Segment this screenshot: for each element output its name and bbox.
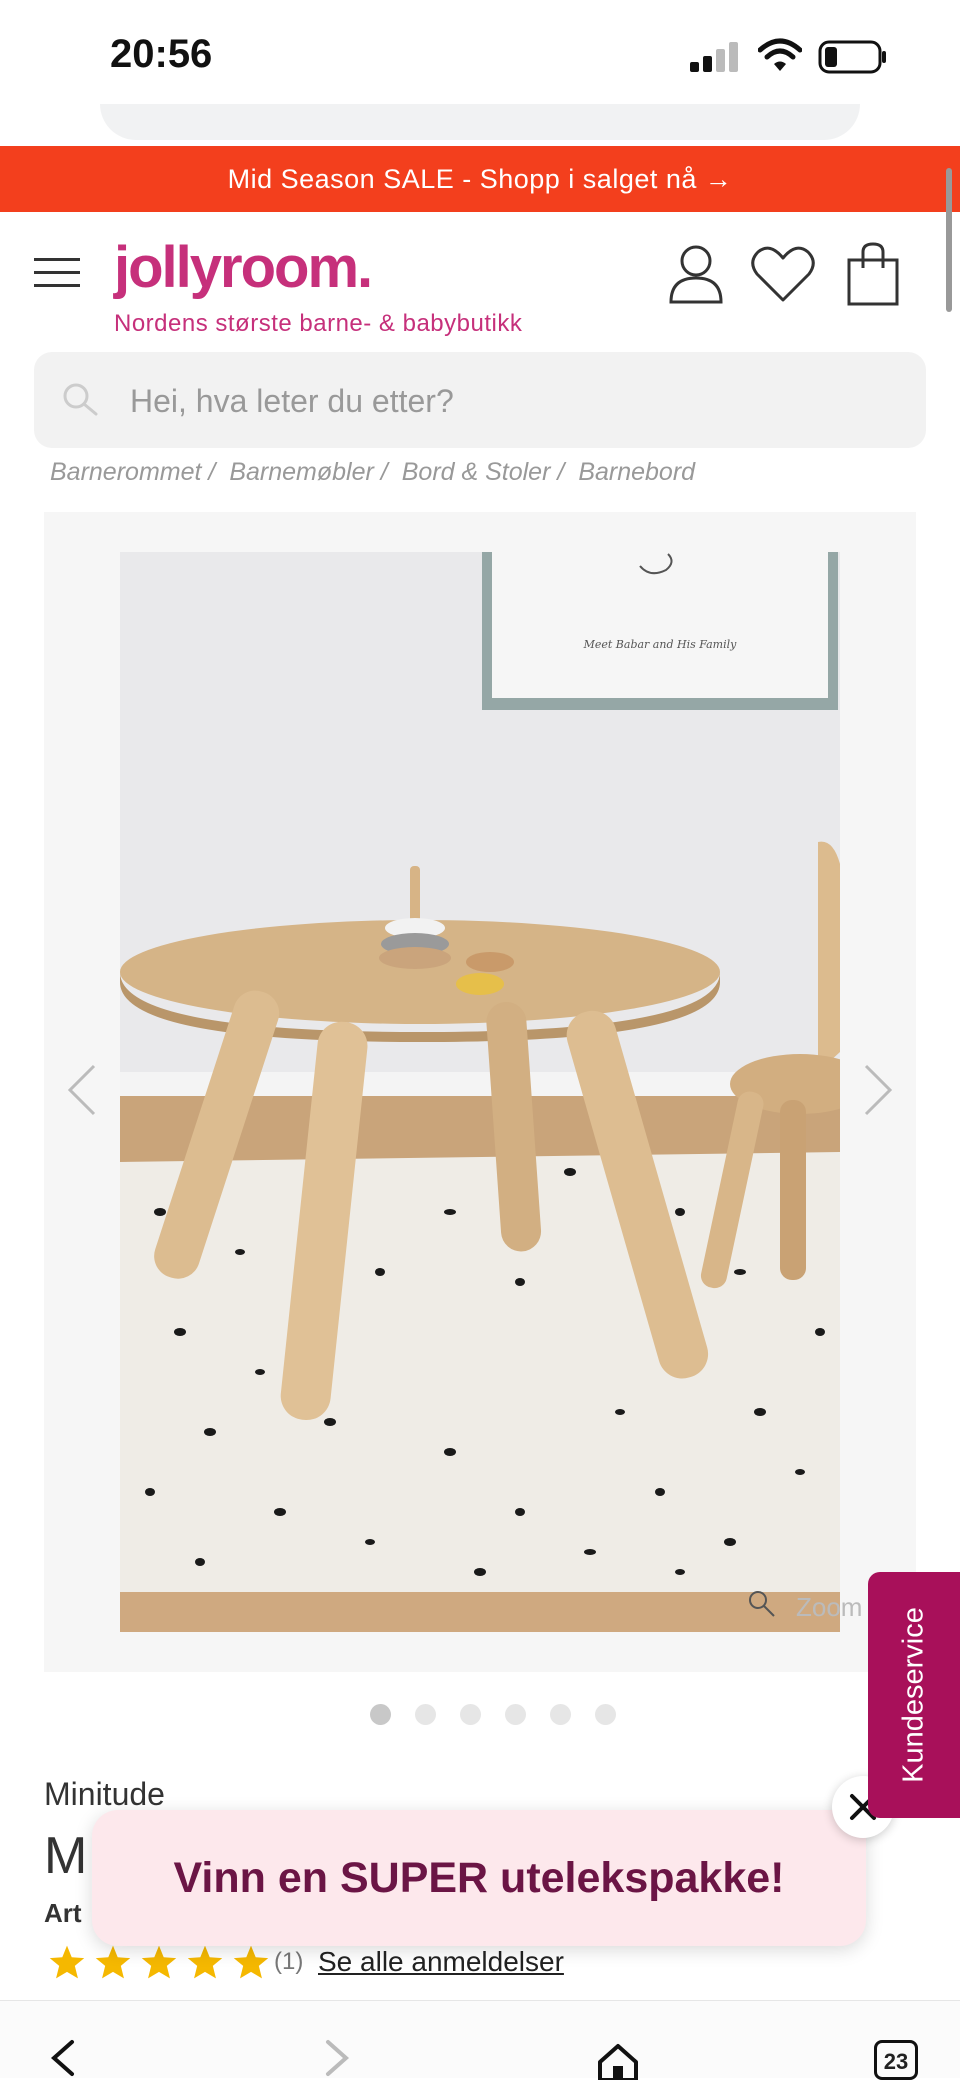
gallery-dot[interactable] [505, 1704, 526, 1725]
star-icon [141, 1945, 177, 1979]
sale-banner[interactable]: Mid Season SALE - Shopp i salget nå → [0, 146, 960, 212]
breadcrumb-item[interactable]: Bord & Stoler / [402, 458, 565, 487]
zoom-icon[interactable] [746, 1588, 776, 1618]
star-icon [233, 1945, 269, 1979]
shopping-bag-icon[interactable] [846, 242, 900, 306]
product-brand[interactable]: Minitude [44, 1776, 165, 1813]
product-title: M [44, 1827, 88, 1885]
heart-icon[interactable] [750, 244, 816, 304]
breadcrumb-item[interactable]: Barnerommet / [50, 458, 215, 487]
gallery-dots [370, 1704, 616, 1725]
tabs-button[interactable]: 23 [874, 2040, 918, 2080]
star-icon [187, 1945, 223, 1979]
search-icon [63, 383, 98, 416]
battery-icon [818, 40, 886, 74]
wifi-icon [758, 38, 802, 71]
browser-toolbar [0, 2000, 960, 2078]
see-all-reviews-link[interactable]: Se alle anmeldelser [318, 1946, 564, 1978]
status-time: 20:56 [110, 32, 213, 76]
product-image[interactable]: Meet Babar and His Family [120, 552, 840, 1632]
customer-service-tab[interactable]: Kundeservice [868, 1572, 960, 1818]
article-number: Art [44, 1898, 82, 1928]
logo[interactable]: jollyroom. [114, 234, 373, 301]
forward-icon[interactable] [320, 2038, 356, 2078]
menu-icon[interactable] [34, 256, 80, 290]
gallery-dot[interactable] [460, 1704, 481, 1725]
zoom-label[interactable]: Zoom [796, 1592, 862, 1623]
breadcrumb-item[interactable]: Barnemøbler / [229, 458, 387, 487]
gallery-dot[interactable] [550, 1704, 571, 1725]
star-icon [49, 1945, 85, 1979]
search-input[interactable] [128, 374, 892, 428]
breadcrumb-item[interactable]: Barnebord [578, 458, 695, 487]
gallery-dot[interactable] [595, 1704, 616, 1725]
star-icon [95, 1945, 131, 1979]
gallery-next-arrow[interactable] [862, 1062, 894, 1118]
gallery-dot[interactable] [370, 1704, 391, 1725]
customer-service-label: Kundeservice [897, 1607, 930, 1783]
print-caption: Meet Babar and His Family [583, 638, 738, 651]
signal-icon [690, 42, 738, 72]
breadcrumb: Barnerommet / Barnemøbler / Bord & Stole… [50, 458, 709, 487]
rating-stars[interactable] [48, 1944, 270, 1980]
back-icon[interactable] [44, 2038, 80, 2078]
tagline: Nordens største barne- & babybutikk [114, 310, 523, 337]
address-bar[interactable] [100, 104, 860, 140]
review-count: (1) [274, 1948, 304, 1975]
gallery-prev-arrow[interactable] [66, 1062, 98, 1118]
promo-popup[interactable]: Vinn en SUPER utelekspakke! [92, 1810, 866, 1946]
home-icon[interactable] [596, 2040, 640, 2080]
page-scrollbar[interactable] [946, 168, 952, 312]
gallery-dot[interactable] [415, 1704, 436, 1725]
account-icon[interactable] [668, 244, 724, 304]
